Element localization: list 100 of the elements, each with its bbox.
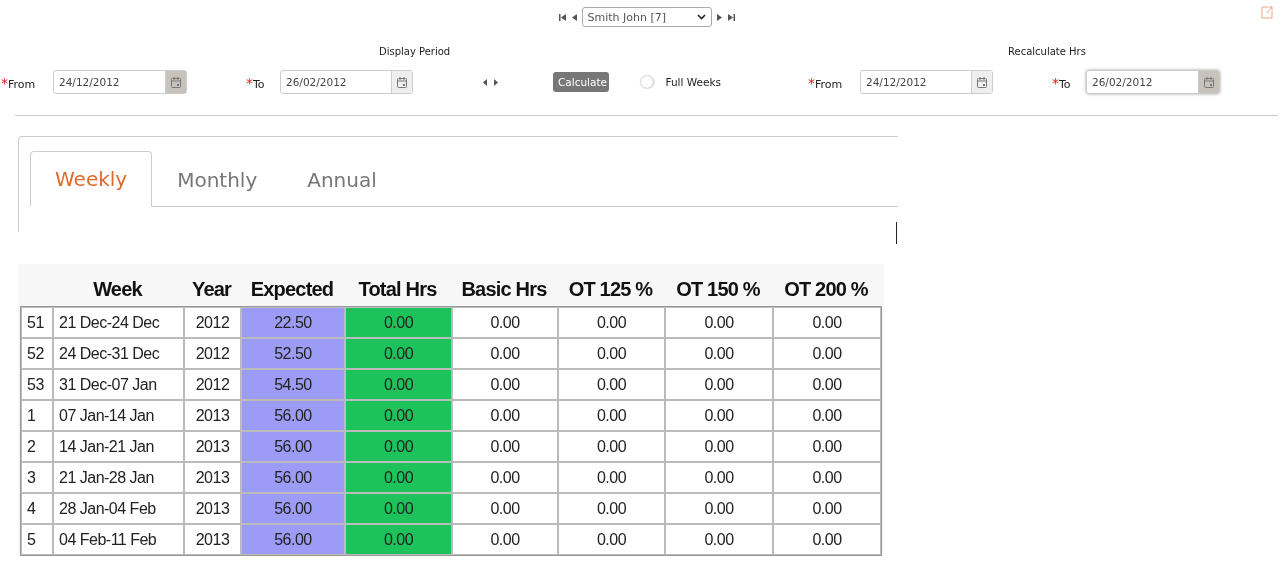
table-cell: 0.00: [345, 369, 452, 400]
table-cell: 0.00: [558, 400, 665, 431]
tab[interactable]: Annual: [282, 151, 402, 207]
next-icon[interactable]: [716, 13, 722, 21]
tab[interactable]: Monthly: [152, 151, 283, 207]
calendar-icon: [977, 76, 987, 88]
table-cell: 14 Jan-21 Jan: [53, 431, 184, 462]
table-cell: 0.00: [452, 307, 558, 338]
table-cell: 0.00: [345, 493, 452, 524]
column-header: OT 200 %: [783, 278, 869, 302]
table-cell: 0.00: [345, 307, 452, 338]
table-cell: 0.00: [558, 369, 665, 400]
previous-icon[interactable]: [571, 13, 577, 21]
calculate-button[interactable]: Calculate: [553, 72, 609, 92]
table-cell: 0.00: [345, 400, 452, 431]
table-cell: 0.00: [773, 307, 881, 338]
table-cell: 0.00: [665, 493, 773, 524]
field-label: *To: [246, 74, 266, 91]
last-icon[interactable]: [727, 13, 735, 21]
table-cell: 2012: [184, 369, 241, 400]
column-header: OT 125 %: [567, 278, 654, 302]
section-title: Recalculate Hrs: [1008, 46, 1086, 57]
table-cell: 0.00: [665, 338, 773, 369]
calendar-button[interactable]: [165, 71, 186, 93]
table-cell: 0.00: [345, 462, 452, 493]
table-cell: 0.00: [452, 524, 558, 555]
table-cell: 2: [21, 431, 53, 462]
table-cell: 31 Dec-07 Jan: [53, 369, 184, 400]
field-label: *From: [808, 74, 844, 91]
table-cell: 24 Dec-31 Dec: [53, 338, 184, 369]
table-cell: 4: [21, 493, 53, 524]
table-cell: 0.00: [665, 524, 773, 555]
table-cell: 0.00: [558, 493, 665, 524]
date-field[interactable]: 24/12/2012: [53, 70, 187, 94]
table-cell: 2013: [184, 493, 241, 524]
table-cell: 56.00: [241, 400, 345, 431]
table-cell: 0.00: [773, 431, 881, 462]
toggle-switch[interactable]: [643, 76, 656, 88]
table-cell: 0.00: [773, 338, 881, 369]
table-cell: 56.00: [241, 524, 345, 555]
table-cell: 0.00: [558, 307, 665, 338]
table-cell: 2013: [184, 524, 241, 555]
previous-icon[interactable]: [483, 78, 487, 86]
field-label: *From: [1, 74, 37, 91]
table-cell: 56.00: [241, 431, 345, 462]
column-header: Year: [190, 278, 233, 302]
table-cell: 0.00: [452, 431, 558, 462]
table-cell: 0.00: [773, 493, 881, 524]
calendar-icon: [1204, 76, 1214, 88]
column-header: Expected: [249, 278, 335, 302]
column-header: OT 150 %: [675, 278, 761, 302]
calendar-icon: [171, 76, 181, 88]
toggle-label: Full Weeks: [665, 76, 721, 88]
table-cell: 3: [21, 462, 53, 493]
table-cell: 0.00: [665, 369, 773, 400]
table-cell: 56.00: [241, 462, 345, 493]
calendar-button[interactable]: [391, 71, 412, 93]
table-cell: 21 Dec-24 Dec: [53, 307, 184, 338]
table-cell: 2013: [184, 462, 241, 493]
table-cell: 0.00: [558, 524, 665, 555]
section-title: Display Period: [379, 46, 451, 57]
table-cell: 04 Feb-11 Feb: [53, 524, 184, 555]
table-cell: 56.00: [241, 493, 345, 524]
table-cell: 0.00: [558, 431, 665, 462]
employee-dropdown[interactable]: Smith John [7]: [581, 7, 712, 27]
table-cell: 0.00: [558, 462, 665, 493]
calendar-button[interactable]: [971, 71, 992, 93]
table-cell: 52: [21, 338, 53, 369]
table-cell: 0.00: [345, 524, 452, 555]
table-cell: 53: [21, 369, 53, 400]
table-cell: 0.00: [345, 338, 452, 369]
table-cell: 0.00: [452, 400, 558, 431]
table-cell: 0.00: [452, 462, 558, 493]
field-label: *To: [1052, 74, 1072, 91]
table-cell: 0.00: [665, 462, 773, 493]
table-cell: 22.50: [241, 307, 345, 338]
table-cell: 0.00: [773, 462, 881, 493]
table-cell: 0.00: [452, 493, 558, 524]
date-field[interactable]: 26/02/2012: [280, 70, 413, 94]
table-cell: 0.00: [665, 400, 773, 431]
table-cell: 1: [21, 400, 53, 431]
table-cell: 2012: [184, 338, 241, 369]
date-field[interactable]: 24/12/2012: [860, 70, 993, 94]
table-cell: 0.00: [665, 431, 773, 462]
chevron-icon: [696, 14, 706, 20]
table-cell: 0.00: [452, 338, 558, 369]
first-icon[interactable]: [558, 13, 566, 21]
table-cell: 21 Jan-28 Jan: [53, 462, 184, 493]
date-field[interactable]: 26/02/2012: [1086, 70, 1220, 94]
table-cell: 0.00: [773, 369, 881, 400]
table-cell: 2013: [184, 400, 241, 431]
calendar-button[interactable]: [1198, 71, 1219, 93]
column-header: Week: [92, 278, 144, 302]
table-cell: 0.00: [665, 307, 773, 338]
table-cell: 2013: [184, 431, 241, 462]
table-cell: 52.50: [241, 338, 345, 369]
table-cell: 0.00: [773, 524, 881, 555]
table-cell: 54.50: [241, 369, 345, 400]
table-cell: 07 Jan-14 Jan: [53, 400, 184, 431]
next-icon[interactable]: [494, 78, 498, 86]
